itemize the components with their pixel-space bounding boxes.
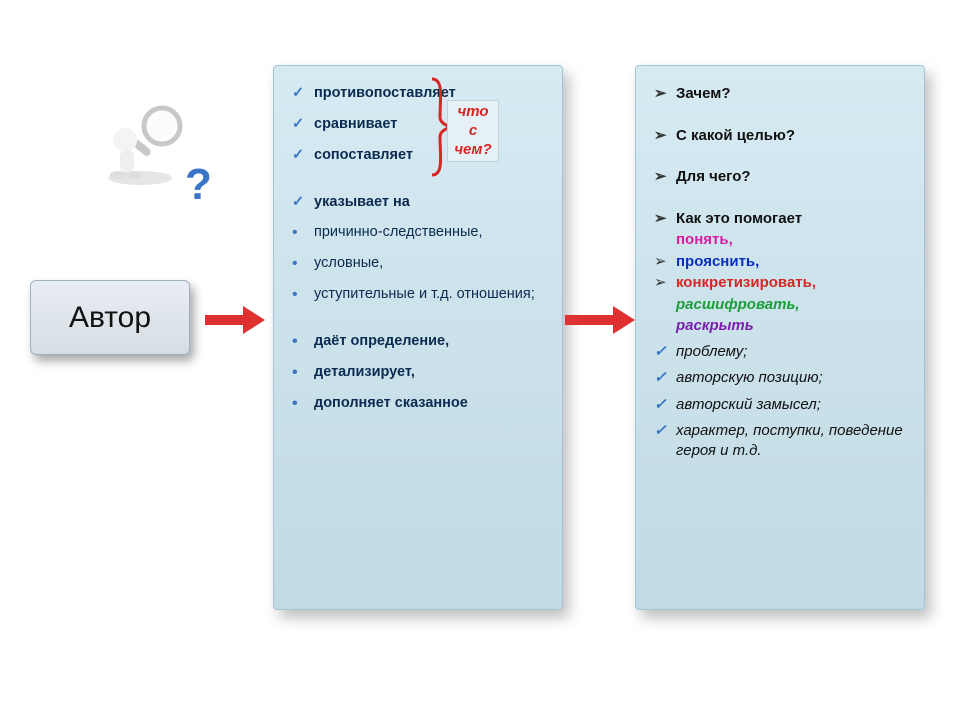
purpose-panel: Зачем? С какой целью? Для чего? Как это … [635,65,925,610]
word-decipher: расшифровать, [654,295,908,315]
object-problem: проблему; [654,342,908,362]
purpose-list: Зачем? С какой целью? Для чего? Как это … [654,84,908,460]
author-actions-panel: противопоставляет сравнивает сопоставляе… [273,65,563,610]
word-understand: понять, [654,230,908,250]
q-for-what: Для чего? [654,167,908,187]
question-mark-icon: ? [185,160,212,210]
relation-conditional: условные, [292,254,546,273]
action-juxtaposes: сопоставляет [292,146,546,165]
arrow-author-to-actions [205,310,265,330]
action-compares: сравнивает [292,115,546,134]
thinker-figure: ? [60,80,230,220]
author-label: Автор [69,301,151,335]
object-author-intent: авторский замысел; [654,395,908,415]
action-details: детализирует, [292,363,546,382]
object-author-position: авторскую позицию; [654,368,908,388]
author-box: Автор [30,280,190,355]
action-defines: даёт определение, [292,332,546,351]
bracket-line2: с [469,122,477,139]
action-complements: дополняет сказанное [292,394,546,413]
bracket-line3: чем? [454,141,491,158]
q-what-aim: С какой целью? [654,126,908,146]
relation-causal: причинно-следственные, [292,223,546,242]
word-clarify: прояснить, [654,252,908,272]
word-concretize: конкретизировать, [654,273,908,293]
q-why: Зачем? [654,84,908,104]
object-character: характер, поступки, поведение героя и т.… [654,421,908,460]
q-how-helps: Как это помогает [654,209,908,229]
bracket-line1: что [457,103,488,120]
action-contrasts: противопоставляет [292,84,546,103]
author-actions-list: противопоставляет сравнивает сопоставляе… [292,84,546,412]
arrow-actions-to-purpose [565,310,637,330]
bracket-what-with-what: что с чем? [447,100,499,162]
magnifying-glass-icon [100,100,190,190]
action-indicates: указывает на [292,193,546,212]
relation-concessive: уступительные и т.д. отношения; [292,285,546,304]
word-reveal: раскрыть [654,316,908,336]
